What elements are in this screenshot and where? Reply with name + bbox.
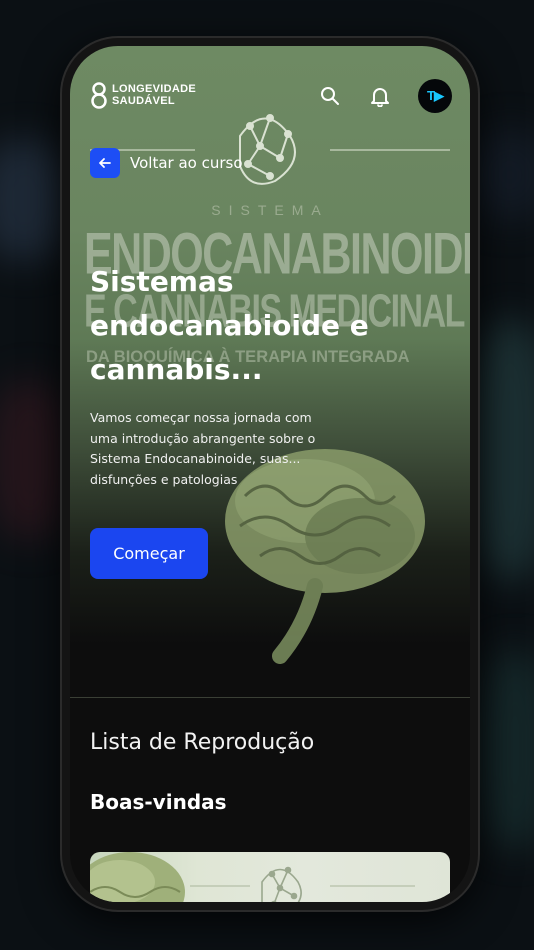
lesson-description: Vamos começar nossa jornada com uma intr… (90, 410, 316, 487)
app-logo[interactable]: LONGEVIDADE SAUDÁVEL (90, 80, 196, 110)
bell-icon (371, 88, 389, 107)
thumbnail-art (90, 852, 415, 902)
phone-screen: SISTEMA ENDOCANABINOIDE E CANNABIS MEDIC… (70, 46, 470, 902)
search-button[interactable] (318, 84, 342, 108)
arrow-left-icon (99, 158, 111, 168)
app-header: LONGEVIDADE SAUDÁVEL T▶ (70, 46, 470, 126)
search-icon (321, 87, 339, 105)
logo-mark-icon (91, 82, 107, 109)
playlist-title: Lista de Reprodução (90, 730, 315, 755)
lesson-title: Sistemas endocanabioide e cannabis... (90, 265, 369, 386)
lesson-thumbnail[interactable] (90, 852, 450, 902)
back-to-course-link[interactable]: Voltar ao curso (90, 148, 243, 178)
notifications-button[interactable] (368, 84, 392, 108)
avatar[interactable]: T▶ (418, 79, 452, 113)
start-button[interactable]: Começar (90, 528, 208, 579)
logo-text: LONGEVIDADE SAUDÁVEL (112, 83, 196, 107)
network-logo-icon (261, 866, 302, 902)
banner-line-1: SISTEMA (211, 202, 329, 218)
section-divider (70, 697, 470, 698)
back-button[interactable] (90, 148, 120, 178)
phone-frame: SISTEMA ENDOCANABINOIDE E CANNABIS MEDIC… (62, 38, 478, 910)
back-label: Voltar ao curso (130, 154, 243, 172)
module-title: Boas-vindas (90, 790, 227, 814)
